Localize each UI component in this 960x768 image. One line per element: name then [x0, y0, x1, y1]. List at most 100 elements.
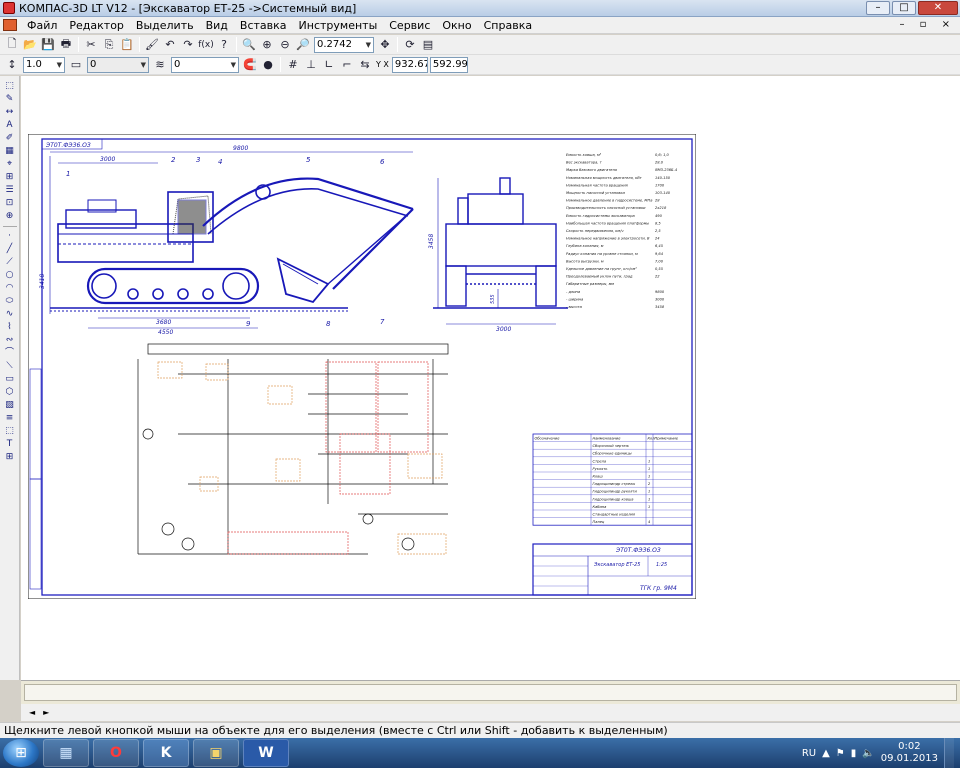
spec-icon[interactable]: ☰ — [3, 185, 17, 196]
drawing-canvas[interactable]: ЭТ0Т.ФЭЗ6.ОЗ 9800 3000 3680 4550 3418 1 … — [21, 76, 960, 680]
dimensions-icon[interactable]: ↔ — [3, 107, 17, 118]
reports-icon[interactable]: ⊡ — [3, 198, 17, 209]
layers-icon[interactable]: ▤ — [420, 37, 436, 53]
params-icon[interactable]: ▦ — [3, 146, 17, 157]
document-icon[interactable] — [3, 19, 17, 31]
round-icon[interactable]: ⌐ — [339, 57, 355, 73]
redo-icon[interactable]: ↷ — [180, 37, 196, 53]
zoom-combo[interactable]: 0.2742 ▼ — [314, 36, 374, 53]
drawing-sheet[interactable]: ЭТ0Т.ФЭЗ6.ОЗ 9800 3000 3680 4550 3418 1 … — [28, 134, 696, 599]
arc-icon[interactable]: ◠ — [3, 283, 17, 294]
chamfer-icon[interactable]: ⟍ — [3, 361, 17, 372]
color-icon[interactable]: ● — [260, 57, 276, 73]
style-combo[interactable]: 0 ▼ — [87, 56, 149, 73]
copy-icon[interactable]: ⎘ — [101, 37, 117, 53]
local-cs-icon[interactable]: ⊥ — [303, 57, 319, 73]
zoom-scale-icon[interactable]: 🔎 — [295, 37, 311, 53]
chevron-down-icon[interactable]: ▼ — [57, 61, 62, 69]
tray-expand-icon[interactable]: ▲ — [822, 748, 830, 759]
properties-panel-content[interactable] — [24, 684, 957, 701]
equidistant-icon[interactable]: ≡ — [3, 413, 17, 424]
show-desktop-button[interactable] — [944, 738, 954, 768]
geometry-icon[interactable]: ✎ — [3, 94, 17, 105]
horizontal-scrollbar[interactable]: ◄ ► — [21, 704, 960, 721]
measure-icon[interactable]: ⌖ — [3, 159, 17, 170]
hatch-icon[interactable]: ▨ — [3, 400, 17, 411]
taskbar-explorer-button[interactable]: ▦ — [43, 739, 89, 767]
symbols-icon[interactable]: A — [3, 120, 17, 131]
menu-select[interactable]: Выделить — [130, 19, 200, 32]
menu-file[interactable]: Файл — [21, 19, 63, 32]
close-button[interactable]: ✕ — [918, 1, 958, 15]
snap-toggle-icon[interactable]: ⇆ — [357, 57, 373, 73]
help-pointer-icon[interactable]: ? — [216, 37, 232, 53]
scroll-right-icon[interactable]: ► — [43, 708, 49, 717]
coord-y-field[interactable]: 592.996 — [429, 56, 468, 73]
aux-line-icon[interactable]: ╱ — [3, 244, 17, 255]
minimize-button[interactable]: – — [866, 1, 890, 15]
menu-view[interactable]: Вид — [200, 19, 234, 32]
zoom-out-icon[interactable]: ⊖ — [277, 37, 293, 53]
segment-icon[interactable]: ⟋ — [3, 257, 17, 268]
taskbar-word-button[interactable]: W — [243, 739, 289, 767]
kompas-app-icon[interactable] — [3, 2, 15, 14]
rectangle-icon[interactable]: ▭ — [3, 374, 17, 385]
chevron-down-icon[interactable]: ▼ — [231, 61, 236, 69]
save-icon[interactable]: 💾 — [40, 37, 56, 53]
insert-icon[interactable]: ⊕ — [3, 211, 17, 222]
function-icon[interactable]: f(x) — [198, 37, 214, 53]
snap-icon[interactable]: 🧲 — [242, 57, 258, 73]
taskbar-opera-button[interactable]: O — [93, 739, 139, 767]
menu-insert[interactable]: Вставка — [234, 19, 293, 32]
zoom-window-icon[interactable]: 🔍 — [241, 37, 257, 53]
scroll-left-icon[interactable]: ◄ — [29, 708, 35, 717]
text-icon[interactable]: T — [3, 439, 17, 450]
edit-icon[interactable]: ✐ — [3, 133, 17, 144]
chevron-down-icon[interactable]: ▼ — [366, 41, 371, 49]
start-button[interactable]: ⊞ — [3, 739, 39, 767]
zoom-in-icon[interactable]: ⊕ — [259, 37, 275, 53]
network-icon[interactable]: ▮ — [851, 748, 857, 759]
mdi-window-controls[interactable]: – ▫ × — [899, 19, 956, 30]
polygon-icon[interactable]: ⬡ — [3, 387, 17, 398]
coord-x-field[interactable]: 932.679 — [391, 56, 428, 73]
format-brush-icon[interactable]: 🖌 — [144, 37, 160, 53]
menu-help[interactable]: Справка — [478, 19, 538, 32]
contour-icon[interactable]: ⬚ — [3, 426, 17, 437]
scale-combo[interactable]: 1.0 ▼ — [23, 56, 65, 73]
fillet-icon[interactable]: ⌒ — [3, 348, 17, 359]
select-icon[interactable]: ⬚ — [3, 81, 17, 92]
ellipse-icon[interactable]: ⬭ — [3, 296, 17, 307]
layer-combo[interactable]: 0 ▼ — [171, 56, 239, 73]
pan-icon[interactable]: ✥ — [377, 37, 393, 53]
volume-icon[interactable]: 🔈 — [862, 748, 874, 759]
table-icon[interactable]: ⊞ — [3, 452, 17, 463]
tech-row-value: 1700 — [655, 183, 665, 187]
undo-icon[interactable]: ↶ — [162, 37, 178, 53]
clock[interactable]: 0:02 09.01.2013 — [881, 741, 938, 765]
new-icon[interactable]: 🗋 — [4, 37, 20, 53]
point-icon[interactable]: · — [3, 231, 17, 242]
maximize-button[interactable]: □ — [892, 1, 916, 15]
grid-icon[interactable]: # — [285, 57, 301, 73]
menu-window[interactable]: Окно — [436, 19, 477, 32]
ortho-icon[interactable]: ∟ — [321, 57, 337, 73]
refresh-icon[interactable]: ⟳ — [402, 37, 418, 53]
chevron-down-icon[interactable]: ▼ — [141, 61, 146, 69]
menu-service[interactable]: Сервис — [383, 19, 436, 32]
open-icon[interactable]: 📂 — [22, 37, 38, 53]
bezier-icon[interactable]: ∾ — [3, 335, 17, 346]
menu-tools[interactable]: Инструменты — [293, 19, 384, 32]
paste-icon[interactable]: 📋 — [119, 37, 135, 53]
select-all-icon[interactable]: ⊞ — [3, 172, 17, 183]
polyline-icon[interactable]: ⌇ — [3, 322, 17, 333]
language-indicator[interactable]: RU — [802, 748, 816, 759]
cut-icon[interactable]: ✂ — [83, 37, 99, 53]
action-center-icon[interactable]: ⚑ — [836, 748, 845, 759]
taskbar-kompas-button[interactable]: K — [143, 739, 189, 767]
taskbar-folder-button[interactable]: ▣ — [193, 739, 239, 767]
circle-icon[interactable]: ○ — [3, 270, 17, 281]
print-preview-icon[interactable]: 🖶 — [58, 37, 74, 53]
spline-icon[interactable]: ∿ — [3, 309, 17, 320]
menu-edit[interactable]: Редактор — [63, 19, 130, 32]
